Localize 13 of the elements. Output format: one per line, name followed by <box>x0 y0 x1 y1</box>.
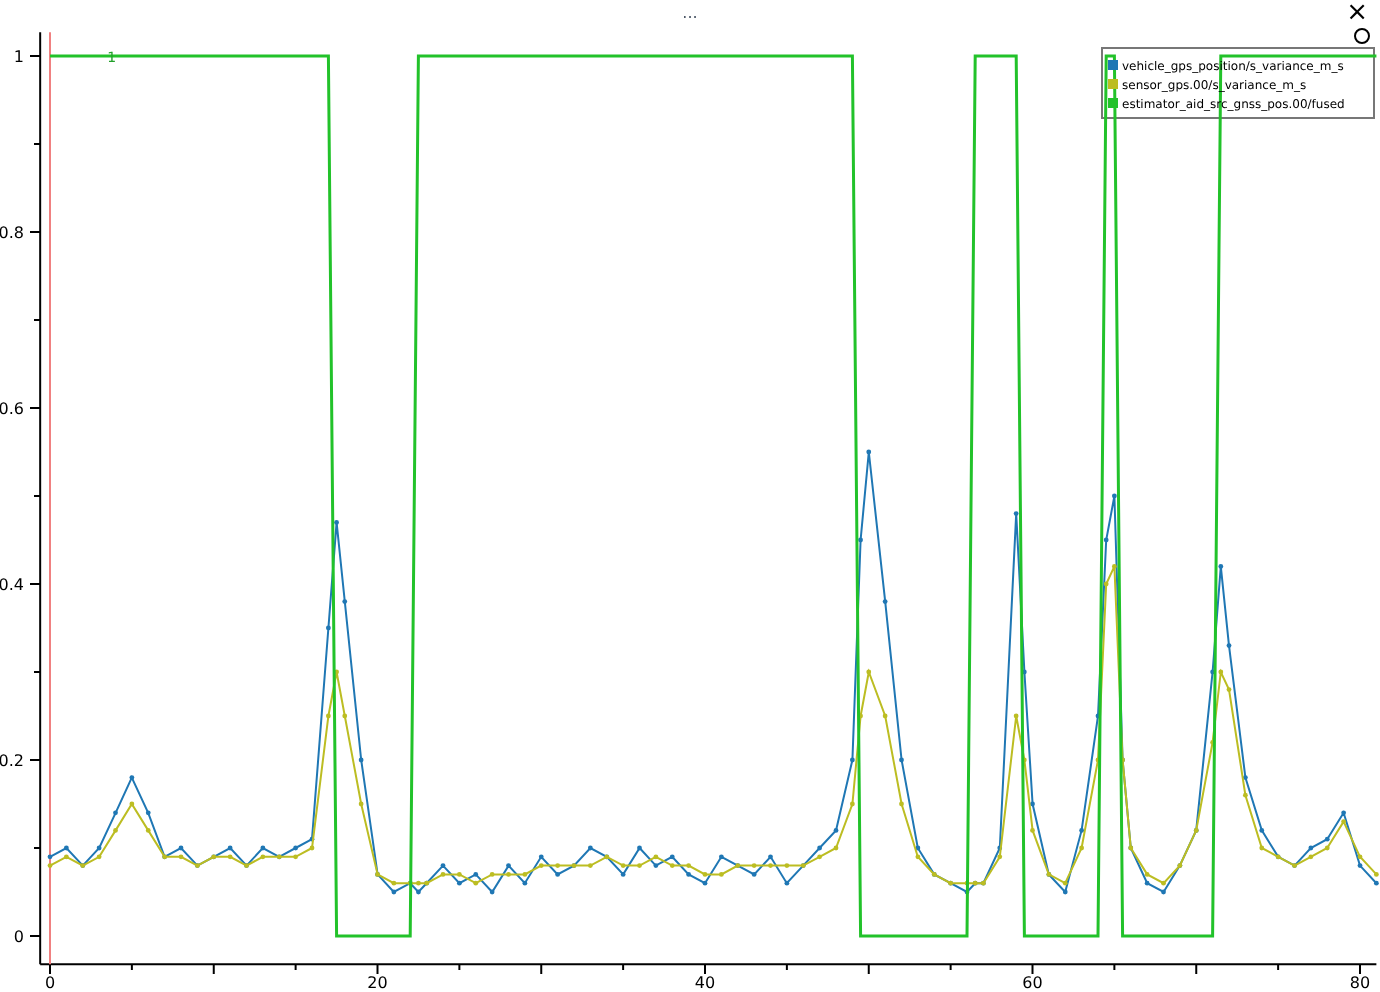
x-tick-label: 0 <box>44 974 56 992</box>
window-title: ... <box>682 6 698 22</box>
x-tick-label: 20 <box>367 974 388 992</box>
y-tick-label: 0.2 <box>0 752 24 770</box>
y-tick-label: 0.4 <box>0 576 24 594</box>
y-tick-label: 0.8 <box>0 224 24 242</box>
y-tick-label: 0.6 <box>0 400 24 418</box>
x-tick-label: 60 <box>1022 974 1043 992</box>
x-tick-label: 40 <box>694 974 716 992</box>
close-button[interactable]: × <box>1346 0 1368 26</box>
x-tick-label: 80 <box>1349 974 1371 992</box>
y-tick-label: 0 <box>13 928 24 946</box>
y-tick-label: 1 <box>13 48 24 66</box>
